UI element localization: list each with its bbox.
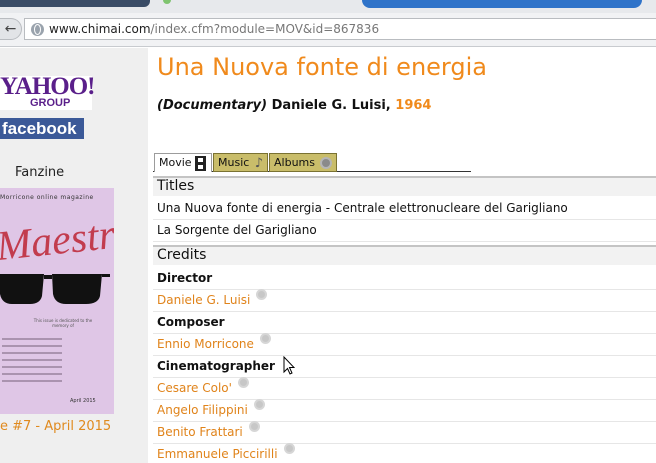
person-link[interactable]: Ennio Morricone (157, 337, 254, 351)
url-field[interactable]: www.chimai.com/index.cfm?module=MOV&id=8… (24, 18, 656, 40)
title-row: La Sorgente del Garigliano (153, 220, 656, 242)
tab-bar: Movie Music ♪ Albums (153, 150, 471, 172)
credit-person-row: Daniele G. Luisi (153, 289, 656, 312)
tab-favicon (163, 0, 171, 4)
search-icon[interactable] (237, 377, 249, 388)
back-button[interactable]: ← (0, 18, 22, 40)
credit-person-row: Ennio Morricone (153, 333, 656, 356)
person-link[interactable]: Daniele G. Luisi (157, 293, 250, 307)
credit-role: Director (153, 268, 656, 290)
music-note-icon: ♪ (254, 156, 263, 171)
person-link[interactable]: Cesare Colo' (157, 381, 232, 395)
search-icon[interactable] (283, 443, 295, 454)
credit-role: Cinematographer (153, 356, 656, 378)
year-link[interactable]: 1964 (395, 98, 431, 113)
credit-person-row: Benito Frattari (153, 421, 656, 444)
facebook-logo[interactable]: facebook (0, 118, 84, 139)
film-icon (195, 156, 206, 171)
tab-music[interactable]: Music ♪ (213, 153, 268, 172)
back-arrow-icon: ← (4, 21, 17, 37)
main-content: Una Nuova fonte di energia (Documentary)… (153, 48, 656, 463)
search-icon[interactable] (248, 421, 260, 432)
credit-person-row: Angelo Filippini (153, 399, 656, 422)
globe-icon (31, 22, 44, 36)
credit-person-row: Emmanuele Piccirilli (153, 443, 656, 463)
left-sidebar: YAHOO! GROUP facebook Fanzine Morricone … (0, 48, 148, 463)
mouse-cursor-icon (283, 356, 295, 375)
titles-heading: Titles (153, 176, 656, 196)
magazine-contents-list (2, 338, 62, 387)
url-text: www.chimai.com/index.cfm?module=MOV&id=8… (49, 22, 380, 36)
browser-tab-strip (0, 0, 656, 13)
magazine-title: Maestro (0, 209, 114, 271)
title-row: Una Nuova fonte di energia - Centrale el… (153, 198, 656, 220)
magazine-header: Morricone online magazine (0, 194, 94, 201)
person-link[interactable]: Benito Frattari (157, 425, 243, 439)
search-icon[interactable] (259, 333, 271, 344)
search-icon[interactable] (256, 289, 268, 300)
fanzine-label: Fanzine (15, 165, 65, 180)
yahoo-group-logo[interactable]: YAHOO! GROUP (0, 74, 95, 110)
tab-movie[interactable]: Movie (154, 153, 212, 172)
browser-tab[interactable] (0, 0, 150, 7)
magazine-date: April 2015 (70, 398, 96, 404)
credits-heading: Credits (153, 245, 656, 265)
credit-role: Composer (153, 312, 656, 334)
magazine-dedication: This issue is dedicated to the memory of (33, 318, 93, 328)
browser-tab[interactable] (362, 0, 642, 8)
movie-subtitle: (Documentary) Daniele G. Luisi, 1964 (157, 98, 432, 113)
person-link[interactable]: Angelo Filippini (157, 403, 248, 417)
person-link[interactable]: Emmanuele Piccirilli (157, 447, 278, 461)
page-title: Una Nuova fonte di energia (157, 53, 487, 81)
address-bar: ← www.chimai.com/index.cfm?module=MOV&id… (0, 13, 656, 47)
glasses-illustration (0, 274, 110, 304)
search-icon[interactable] (253, 399, 265, 410)
credit-person-row: Cesare Colo' (153, 377, 656, 400)
magazine-cover-image[interactable]: Morricone online magazine Maestro This i… (0, 188, 114, 414)
issue-link[interactable]: e #7 - April 2015 (0, 419, 111, 434)
tab-albums[interactable]: Albums (269, 153, 337, 172)
disc-icon (320, 157, 332, 169)
